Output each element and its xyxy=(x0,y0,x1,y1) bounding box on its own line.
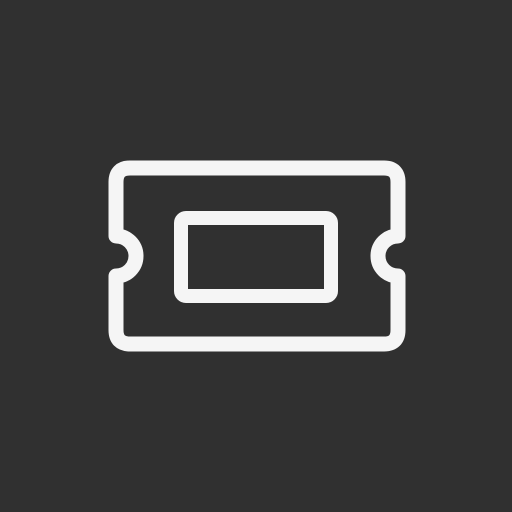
icon-canvas xyxy=(0,0,512,512)
ticket-outline xyxy=(108,160,406,352)
ticket-inner-window xyxy=(174,211,338,303)
ticket-icon xyxy=(108,160,406,352)
